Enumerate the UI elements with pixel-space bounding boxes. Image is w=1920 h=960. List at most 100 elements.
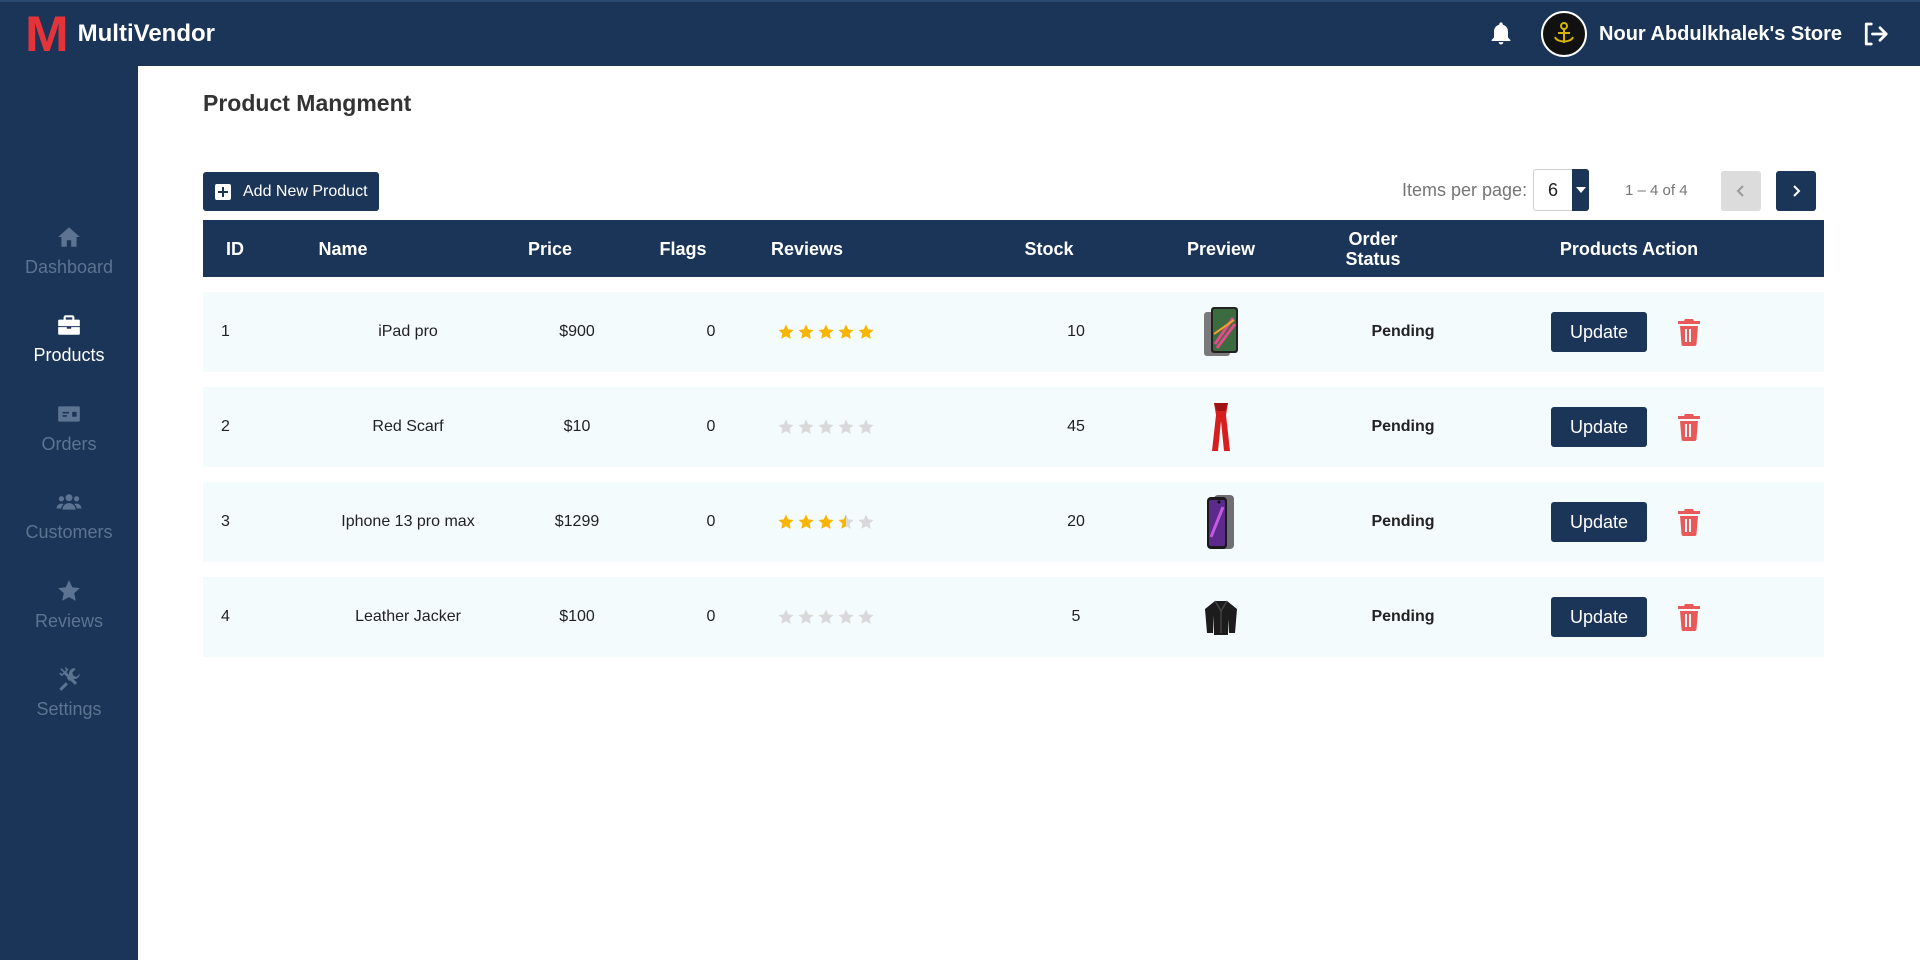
chevron-left-icon bbox=[1736, 185, 1744, 197]
order-status: Pending bbox=[1371, 418, 1435, 435]
trash-icon[interactable] bbox=[1677, 508, 1701, 536]
update-button[interactable]: Update bbox=[1551, 502, 1647, 542]
product-id: 4 bbox=[221, 608, 230, 625]
star-icon bbox=[58, 580, 80, 601]
sidebar: Dashboard Products Orders Customers Revi… bbox=[0, 66, 138, 960]
rating-star-icon bbox=[858, 324, 874, 339]
chevron-right-icon bbox=[1793, 185, 1801, 197]
column-header-products-action[interactable]: Products Action bbox=[1529, 220, 1729, 277]
update-button[interactable]: Update bbox=[1551, 312, 1647, 352]
briefcase-icon bbox=[58, 315, 80, 335]
column-header-name[interactable]: Name bbox=[303, 220, 383, 277]
product-stock: 10 bbox=[1067, 323, 1085, 340]
items-per-page-value: 6 bbox=[1548, 180, 1559, 200]
trash-icon[interactable] bbox=[1677, 413, 1701, 441]
product-preview bbox=[1176, 292, 1266, 372]
column-header-order-status-line2: Status bbox=[1345, 248, 1401, 269]
page-title: Product Mangment bbox=[203, 90, 412, 116]
add-new-product-button[interactable]: Add New Product bbox=[203, 172, 379, 211]
product-rating bbox=[767, 387, 897, 467]
brand[interactable]: M MultiVendor bbox=[25, 6, 215, 62]
trash-icon[interactable] bbox=[1677, 318, 1701, 346]
sidebar-item-dashboard[interactable]: Dashboard bbox=[0, 224, 138, 304]
sidebar-item-settings[interactable]: Settings bbox=[0, 666, 138, 746]
pagination-range: 1 – 4 of 4 bbox=[1625, 182, 1688, 199]
product-price: $900 bbox=[559, 323, 595, 340]
store-avatar[interactable] bbox=[1541, 11, 1588, 57]
product-id: 3 bbox=[221, 513, 230, 530]
table-header: ID Name Price Flags Reviews Stock Previe… bbox=[203, 220, 1824, 277]
sidebar-item-orders[interactable]: Orders bbox=[0, 401, 138, 481]
rating-star-icon bbox=[778, 324, 794, 339]
column-header-price[interactable]: Price bbox=[510, 220, 590, 277]
logout-icon[interactable] bbox=[1860, 19, 1890, 49]
rating-star-icon bbox=[838, 514, 854, 529]
sidebar-item-label: Products bbox=[33, 345, 105, 365]
product-flags: 0 bbox=[706, 418, 716, 435]
column-header-stock[interactable]: Stock bbox=[1009, 220, 1089, 277]
add-new-product-label: Add New Product bbox=[243, 182, 368, 200]
product-price: $1299 bbox=[554, 513, 600, 530]
previous-page-button[interactable] bbox=[1721, 171, 1761, 211]
rating-star-icon bbox=[798, 609, 814, 624]
order-status: Pending bbox=[1371, 513, 1435, 530]
users-icon bbox=[56, 494, 82, 510]
product-stock: 5 bbox=[1071, 608, 1081, 625]
brand-logo: M bbox=[25, 6, 69, 62]
product-id: 1 bbox=[221, 323, 230, 340]
product-name: Leather Jacker bbox=[355, 608, 461, 625]
rating-star-icon bbox=[798, 419, 814, 434]
rating-star-icon bbox=[778, 514, 794, 529]
product-rating bbox=[767, 482, 897, 562]
table-row: 2 Red Scarf $10 0 45 Pending Update bbox=[203, 387, 1824, 467]
caret-down-icon bbox=[1572, 169, 1589, 211]
rating-star-icon bbox=[798, 324, 814, 339]
anchor-logo-icon bbox=[1554, 22, 1574, 43]
items-per-page-select[interactable]: 6 bbox=[1533, 169, 1589, 211]
column-header-order-status-line1: Order bbox=[1348, 228, 1398, 249]
rating-star-icon bbox=[778, 609, 794, 624]
rating-star-icon bbox=[838, 419, 854, 434]
sidebar-item-products[interactable]: Products bbox=[0, 312, 138, 392]
sidebar-item-label: Orders bbox=[41, 434, 97, 454]
table-row: 3 Iphone 13 pro max $1299 0 20 Pending U… bbox=[203, 482, 1824, 562]
product-price: $100 bbox=[559, 608, 595, 625]
product-preview bbox=[1176, 482, 1266, 562]
bell-icon[interactable] bbox=[1487, 20, 1515, 48]
sidebar-item-reviews[interactable]: Reviews bbox=[0, 578, 138, 658]
scarf-image bbox=[1212, 403, 1230, 451]
rating-star-icon bbox=[838, 324, 854, 339]
product-actions: Update bbox=[1551, 482, 1711, 562]
tools-icon bbox=[59, 667, 80, 691]
top-bar: M MultiVendor Nour Abdulkhalek's Store bbox=[0, 0, 1920, 66]
trash-icon[interactable] bbox=[1677, 603, 1701, 631]
iphone-image bbox=[1207, 495, 1234, 549]
product-preview bbox=[1176, 387, 1266, 467]
update-button[interactable]: Update bbox=[1551, 407, 1647, 447]
rating-star-icon bbox=[778, 419, 794, 434]
column-header-id[interactable]: ID bbox=[203, 220, 267, 277]
update-button[interactable]: Update bbox=[1551, 597, 1647, 637]
product-price: $10 bbox=[563, 418, 591, 435]
store-name[interactable]: Nour Abdulkhalek's Store bbox=[1599, 23, 1842, 46]
rating-star-icon bbox=[818, 419, 834, 434]
next-page-button[interactable] bbox=[1776, 171, 1816, 211]
rating-star-icon bbox=[858, 609, 874, 624]
column-header-flags[interactable]: Flags bbox=[643, 220, 723, 277]
sidebar-item-customers[interactable]: Customers bbox=[0, 489, 138, 569]
product-rating bbox=[767, 292, 897, 372]
rating-star-icon bbox=[858, 419, 874, 434]
product-preview bbox=[1176, 577, 1266, 657]
column-header-preview[interactable]: Preview bbox=[1176, 220, 1266, 277]
product-stock: 45 bbox=[1067, 418, 1085, 435]
product-flags: 0 bbox=[706, 323, 716, 340]
order-status: Pending bbox=[1371, 323, 1435, 340]
jacket-image bbox=[1205, 600, 1237, 635]
sidebar-item-label: Reviews bbox=[34, 611, 104, 631]
column-header-reviews[interactable]: Reviews bbox=[767, 220, 847, 277]
product-stock: 20 bbox=[1067, 513, 1085, 530]
money-bill-icon bbox=[58, 406, 80, 422]
column-header-order-status[interactable]: Order Status bbox=[1333, 220, 1413, 277]
product-name: iPad pro bbox=[378, 323, 438, 340]
table-row: 1 iPad pro $900 0 10 Pending Update bbox=[203, 292, 1824, 372]
